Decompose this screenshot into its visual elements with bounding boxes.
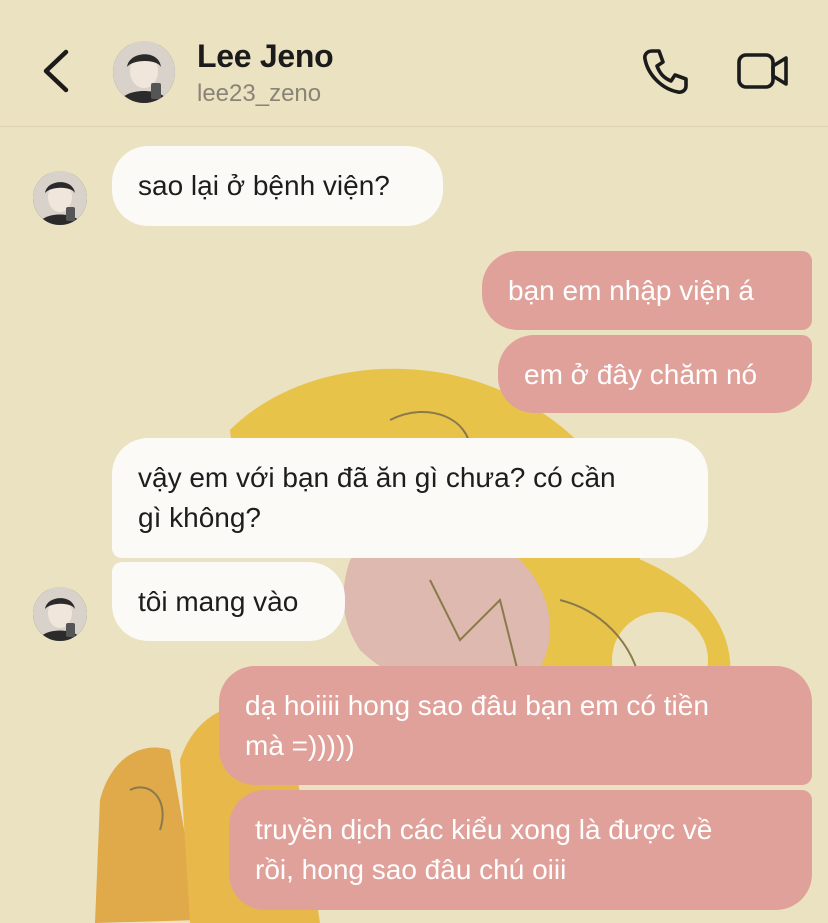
contact-name: Lee Jeno bbox=[197, 38, 334, 74]
contact-avatar[interactable] bbox=[113, 41, 175, 103]
outgoing-message[interactable]: truyền dịch các kiểu xong là được về rồi… bbox=[229, 790, 812, 910]
video-camera-icon[interactable] bbox=[736, 50, 790, 92]
incoming-message[interactable]: tôi mang vào bbox=[112, 562, 345, 641]
sender-avatar[interactable] bbox=[33, 587, 87, 641]
back-icon[interactable] bbox=[36, 46, 76, 96]
outgoing-message[interactable]: dạ hoiiii hong sao đâu bạn em có tiền mà… bbox=[219, 666, 812, 785]
incoming-message[interactable]: sao lại ở bệnh viện? bbox=[112, 146, 443, 226]
outgoing-message[interactable]: em ở đây chăm nó bbox=[498, 335, 812, 413]
contact-username: lee23_zeno bbox=[197, 80, 322, 107]
chat-header: Lee Jeno lee23_zeno bbox=[0, 0, 828, 127]
sender-avatar[interactable] bbox=[33, 171, 87, 225]
incoming-message[interactable]: vậy em với bạn đã ăn gì chưa? có cần gì … bbox=[112, 438, 708, 558]
phone-icon[interactable] bbox=[640, 46, 690, 96]
outgoing-message[interactable]: bạn em nhập viện á bbox=[482, 251, 812, 330]
